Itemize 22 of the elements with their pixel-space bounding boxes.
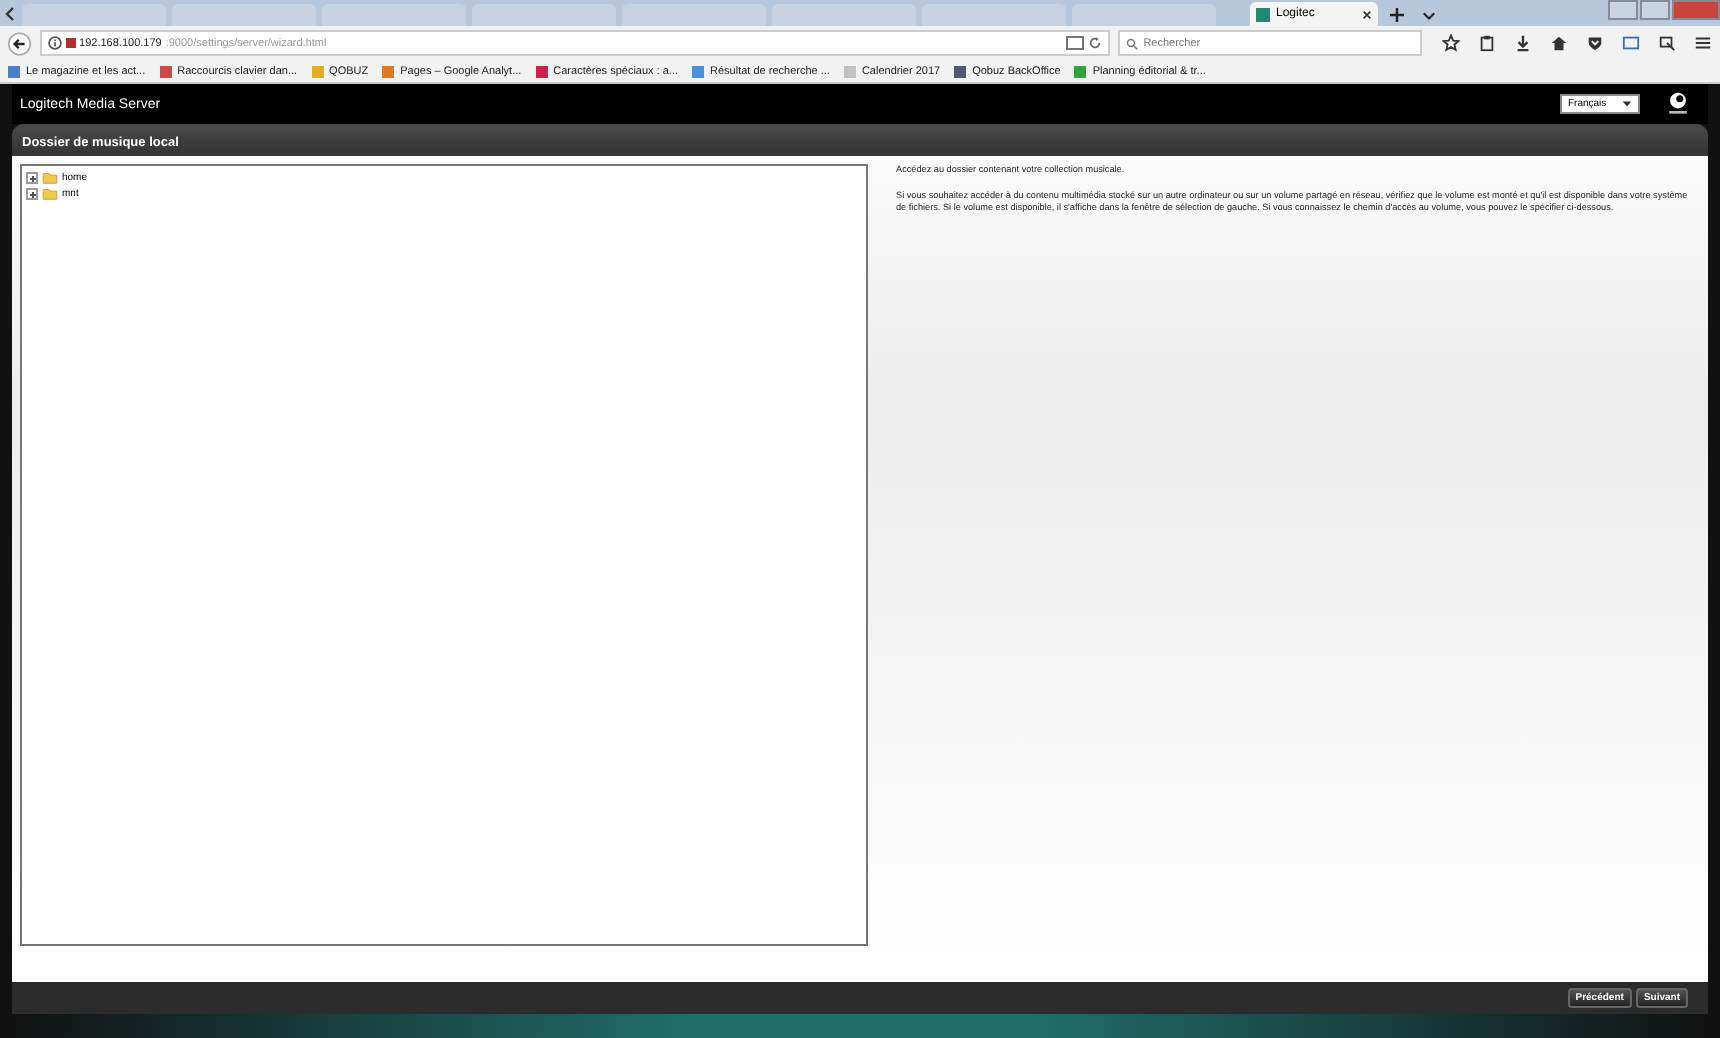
search-icon (1125, 37, 1138, 49)
home-icon[interactable] (1550, 34, 1568, 52)
download-icon[interactable] (1514, 34, 1532, 52)
reader-icon[interactable] (1065, 36, 1084, 50)
new-tab-icon[interactable] (1390, 8, 1404, 22)
warning-icon (65, 38, 76, 48)
favicon-icon (1256, 7, 1270, 21)
chevron-icon[interactable] (1422, 8, 1436, 22)
back-icon[interactable] (8, 31, 32, 55)
screen-icon[interactable] (1658, 34, 1676, 52)
close-icon[interactable] (1362, 9, 1372, 19)
caret-icon (1622, 100, 1632, 108)
expand-toggle[interactable] (26, 172, 38, 184)
chevron-icon[interactable] (4, 5, 16, 21)
logo-icon (1664, 90, 1692, 118)
reload-icon[interactable] (1087, 36, 1102, 50)
info-icon (47, 36, 62, 50)
shield-icon[interactable] (1586, 34, 1604, 52)
expand-toggle[interactable] (26, 188, 38, 200)
clipboard-icon[interactable] (1478, 34, 1496, 52)
menu-icon[interactable] (1694, 34, 1712, 52)
star-icon[interactable] (1442, 34, 1460, 52)
